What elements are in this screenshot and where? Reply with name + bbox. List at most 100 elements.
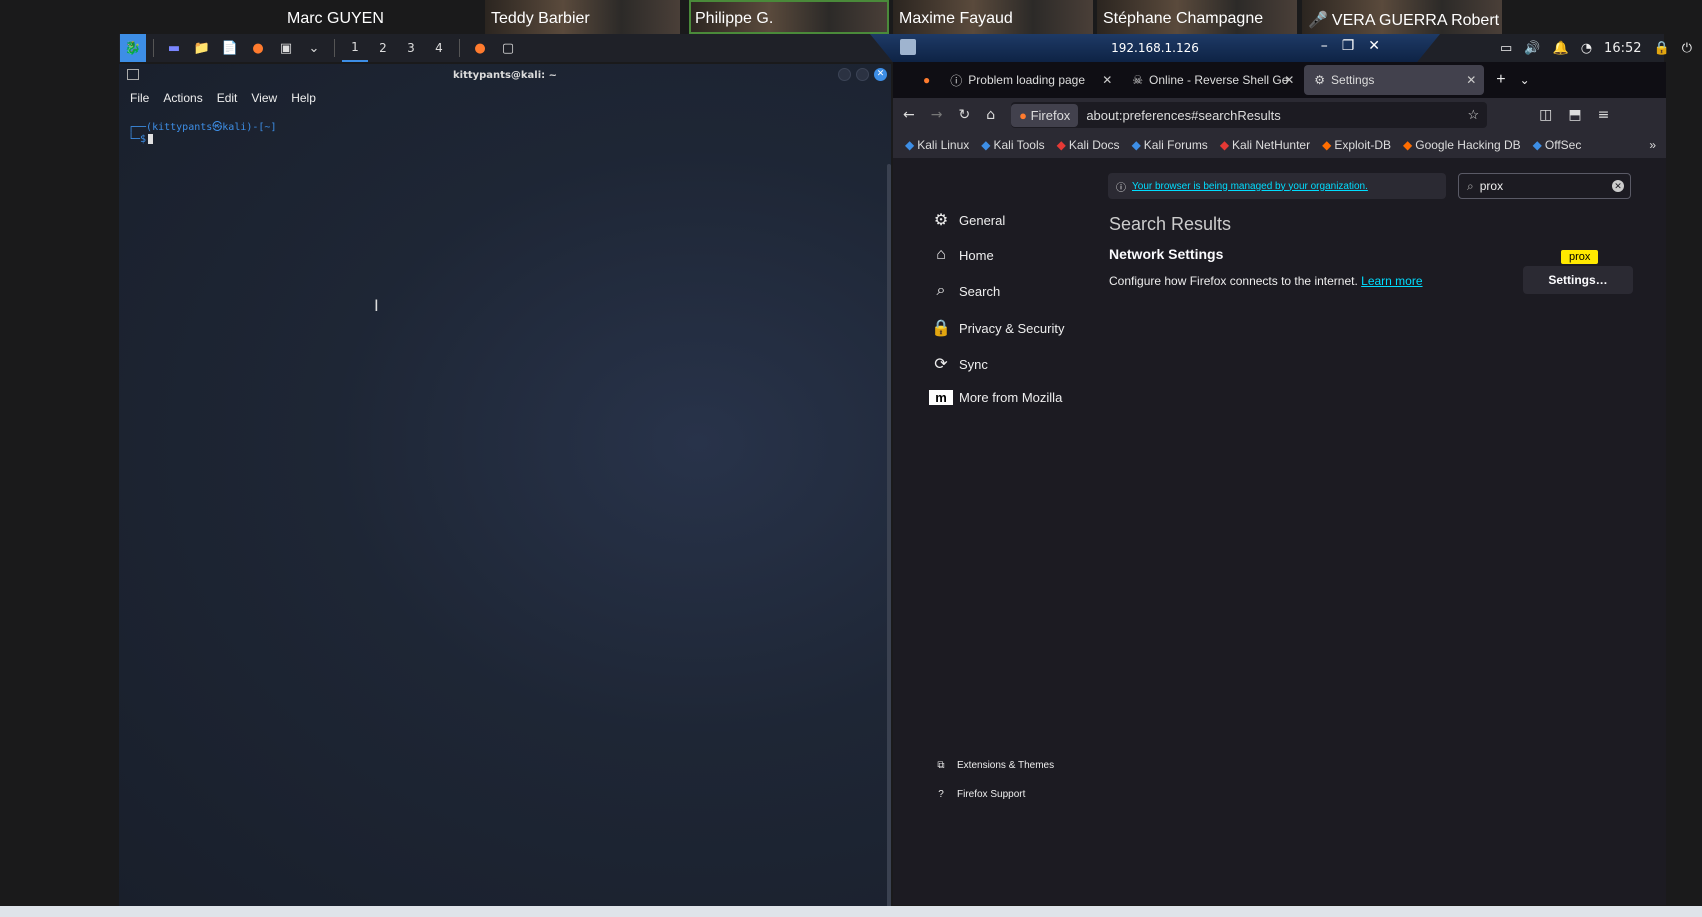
close-icon[interactable]: ✕ [1368, 38, 1380, 54]
terminal-window[interactable]: kittypants@kali: ~ ✕ File Actions Edit V… [119, 64, 891, 906]
menu-view[interactable]: View [251, 91, 277, 105]
maximize-button[interactable] [856, 68, 869, 81]
firefox-view-icon[interactable]: ● [923, 73, 930, 87]
bookmark-kali-forums[interactable]: ◆ Kali Forums [1132, 138, 1208, 152]
kali-wallpaper [119, 64, 891, 906]
managed-link[interactable]: Your browser is being managed by your or… [1132, 181, 1368, 192]
tab-label: Online - Reverse Shell Ge [1149, 73, 1289, 87]
menu-edit[interactable]: Edit [217, 91, 238, 105]
display-icon[interactable]: ▭ [1500, 41, 1512, 56]
bookmark-kali-tools[interactable]: ◆ Kali Tools [981, 138, 1044, 152]
terminal-title: kittypants@kali: ~ [452, 69, 558, 81]
tab-list-icon[interactable]: ⌄ [1520, 73, 1530, 87]
category-general[interactable]: ⚙ General [929, 210, 1005, 230]
preferences-search-input[interactable]: ⌕ prox ✕ [1458, 173, 1631, 199]
bookmark-exploit-db[interactable]: ◆ Exploit-DB [1322, 138, 1391, 152]
network-settings-button[interactable]: Settings… [1523, 266, 1633, 294]
firefox-support-link[interactable]: ? Firefox Support [929, 789, 1025, 800]
volume-icon[interactable]: 🔊 [1524, 41, 1540, 56]
prompt-line: ┌──(kittypants㉿kali)-[~] [128, 122, 277, 133]
minimize-icon[interactable]: – [1321, 38, 1328, 54]
terminal-icon[interactable]: ▣ [273, 34, 299, 62]
chevron-right-icon[interactable]: » [1649, 138, 1656, 152]
back-icon[interactable]: ← [903, 107, 915, 123]
participant-tile[interactable]: Maxime Fayaud [893, 0, 1093, 34]
desktop-icon[interactable]: ▬ [161, 34, 187, 62]
workspace-4[interactable]: 4 [426, 34, 452, 62]
kali-icon: ◆ [905, 138, 915, 152]
terminal-titlebar[interactable]: kittypants@kali: ~ ✕ [119, 64, 891, 86]
bell-icon[interactable]: 🔔 [1553, 41, 1569, 56]
menu-file[interactable]: File [130, 91, 149, 105]
bookmark-offsec[interactable]: ◆ OffSec [1533, 138, 1582, 152]
participant-tile[interactable]: Philippe G. [689, 0, 889, 34]
category-label: Home [959, 247, 994, 263]
workspace-2[interactable]: 2 [370, 34, 396, 62]
category-more-from-mozilla[interactable]: m More from Mozilla [929, 390, 1062, 405]
sync-icon: ⟳ [934, 356, 948, 373]
forward-icon[interactable]: → [931, 107, 943, 123]
participant-tile[interactable]: Teddy Barbier [485, 0, 680, 34]
exploit-db-icon: ◆ [1322, 138, 1332, 152]
participant-tile[interactable]: Stéphane Champagne [1097, 0, 1297, 34]
text-editor-icon[interactable]: 📄 [217, 34, 243, 62]
pin-icon[interactable] [900, 39, 916, 55]
reload-icon[interactable]: ↻ [958, 107, 970, 123]
close-button[interactable]: ✕ [874, 68, 887, 81]
category-search[interactable]: ⌕ Search [929, 282, 1001, 300]
terminal-window-icon[interactable]: ▢ [495, 34, 521, 62]
tab-reverse-shell[interactable]: ☠ Online - Reverse Shell Ge ✕ [1122, 65, 1302, 95]
participant-tile[interactable]: Marc GUYEN [281, 0, 461, 34]
restore-icon[interactable]: ❐ [1342, 38, 1355, 54]
search-value: prox [1479, 179, 1504, 193]
learn-more-link[interactable]: Learn more [1361, 274, 1422, 288]
bookmark-kali-linux[interactable]: ◆ Kali Linux [905, 138, 969, 152]
firefox-icon[interactable]: ● [245, 34, 271, 62]
extensions-themes-link[interactable]: ⧉ Extensions & Themes [929, 760, 1054, 771]
search-highlight-badge: prox [1561, 250, 1599, 264]
new-tab-icon[interactable]: + [1496, 71, 1505, 89]
minimize-button[interactable] [838, 68, 851, 81]
category-home[interactable]: ⌂ Home [929, 246, 994, 264]
mic-muted-icon: 🎤 [1308, 12, 1328, 29]
clock-time[interactable]: 16:52 [1604, 41, 1641, 56]
terminal-scrollbar[interactable] [887, 164, 891, 906]
tab-settings[interactable]: ⚙ Settings ✕ [1304, 65, 1485, 95]
category-sync[interactable]: ⟳ Sync [929, 354, 988, 374]
bookmark-google-hacking-db[interactable]: ◆ Google Hacking DB [1403, 138, 1521, 152]
menu-help[interactable]: Help [291, 91, 316, 105]
identity-label: Firefox [1030, 107, 1071, 123]
firefox-window-icon[interactable]: ● [467, 34, 493, 62]
host-taskbar-edge [0, 906, 1702, 917]
home-icon: ⌂ [936, 246, 946, 263]
close-tab-icon[interactable]: ✕ [1284, 73, 1294, 87]
participant-tile[interactable]: 🎤 VERA GUERRA Robert ... [1302, 0, 1502, 34]
clear-search-icon[interactable]: ✕ [1612, 180, 1624, 192]
files-icon[interactable]: 📁 [189, 34, 215, 62]
close-tab-icon[interactable]: ✕ [1466, 73, 1476, 87]
participant-name: VERA GUERRA Robert ... [1331, 12, 1502, 29]
bookmark-star-icon[interactable]: ☆ [1467, 107, 1479, 123]
bookmark-kali-docs[interactable]: ◆ Kali Docs [1057, 138, 1120, 152]
lock-icon: 🔒 [931, 320, 951, 337]
terminal-output[interactable]: ┌──(kittypants㉿kali)-[~] └─$ [119, 110, 891, 158]
tab-problem-loading[interactable]: ⓘ Problem loading page ✕ [940, 65, 1120, 95]
puzzle-icon: ⧉ [937, 760, 945, 771]
menu-actions[interactable]: Actions [163, 91, 202, 105]
extensions-icon[interactable]: ⬒ [1568, 107, 1581, 123]
url-bar[interactable]: ● Firefox about:preferences#searchResult… [1011, 102, 1488, 128]
workspace-1[interactable]: 1 [342, 34, 368, 62]
pocket-icon[interactable]: ◫ [1539, 107, 1552, 123]
category-privacy[interactable]: 🔒 Privacy & Security [929, 318, 1064, 338]
close-tab-icon[interactable]: ✕ [1102, 73, 1112, 87]
hamburger-menu-icon[interactable]: ≡ [1598, 107, 1610, 123]
home-icon[interactable]: ⌂ [986, 107, 995, 123]
bookmark-kali-nethunter[interactable]: ◆ Kali NetHunter [1220, 138, 1310, 152]
chevron-down-icon[interactable]: ⌄ [301, 34, 327, 62]
kali-menu-icon[interactable]: 🐉 [120, 34, 146, 62]
identity-badge[interactable]: ● Firefox [1011, 103, 1079, 127]
workspace-3[interactable]: 3 [398, 34, 424, 62]
lock-icon[interactable]: 🔒 [1654, 41, 1670, 56]
network-settings-heading: Network Settings [1109, 246, 1224, 262]
power-icon[interactable]: ⏻ [1682, 41, 1692, 56]
